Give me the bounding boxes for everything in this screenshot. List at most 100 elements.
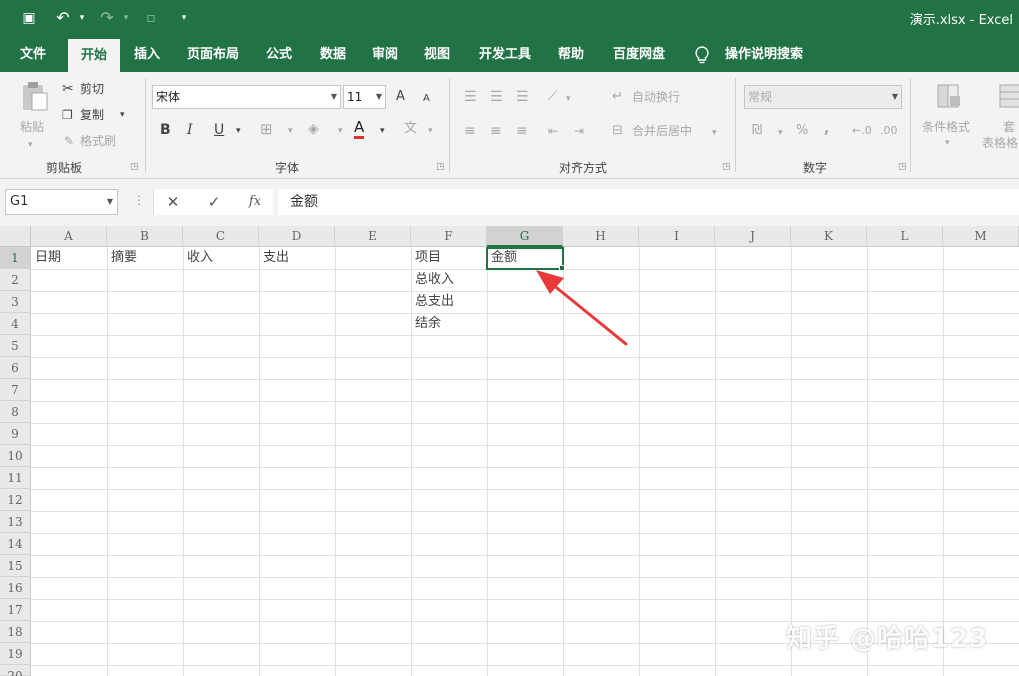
cancel-icon[interactable]: ✕ [158, 189, 188, 215]
column-header-m[interactable]: M [943, 226, 1019, 247]
tab-home[interactable]: 开始 [68, 39, 120, 72]
alignment-launcher-icon[interactable]: ◳ [722, 162, 731, 172]
format-painter-button[interactable]: 格式刷 [80, 132, 116, 150]
column-header-i[interactable]: I [639, 226, 715, 247]
chevron-down-icon[interactable]: ▼ [107, 190, 113, 214]
copy-dropdown-icon[interactable]: ▾ [120, 106, 125, 124]
row-header[interactable]: 10 [0, 445, 31, 467]
row-header[interactable]: 2 [0, 269, 31, 291]
insert-function-button[interactable]: fx [240, 189, 270, 215]
select-all-corner[interactable] [0, 226, 31, 247]
bold-button[interactable]: B [160, 121, 171, 139]
row-header[interactable]: 8 [0, 401, 31, 423]
row-header[interactable]: 3 [0, 291, 31, 313]
enter-icon[interactable]: ✓ [199, 189, 229, 215]
phonetic-dropdown-icon[interactable]: ▾ [428, 122, 433, 140]
currency-icon[interactable]: ₪ [752, 122, 762, 140]
chevron-down-icon[interactable]: ▼ [376, 86, 382, 108]
row-header[interactable]: 16 [0, 577, 31, 599]
cell-f2[interactable]: 总收入 [411, 269, 454, 291]
phonetic-icon[interactable]: 文 [404, 120, 417, 138]
wrap-text-icon[interactable]: ↵ [612, 88, 623, 106]
paste-button[interactable]: 粘贴 [20, 118, 44, 136]
align-center-icon[interactable]: ≡ [490, 122, 502, 140]
wrap-text-button[interactable]: 自动换行 [632, 88, 680, 106]
merge-center-button[interactable]: 合并后居中 [632, 122, 692, 140]
tab-view[interactable]: 视图 [416, 37, 458, 72]
formula-input[interactable]: 金额 [278, 189, 1019, 215]
row-header[interactable]: 17 [0, 599, 31, 621]
merge-dropdown-icon[interactable]: ▾ [712, 124, 717, 142]
column-header-g[interactable]: G [487, 226, 563, 247]
undo-dropdown-icon[interactable]: ▾ [76, 8, 88, 28]
format-as-table-icon[interactable] [998, 82, 1019, 112]
merge-center-icon[interactable]: ⊟ [612, 122, 623, 140]
row-header[interactable]: 11 [0, 467, 31, 489]
align-left-icon[interactable]: ≡ [464, 122, 476, 140]
row-header[interactable]: 15 [0, 555, 31, 577]
fill-color-icon[interactable]: ◈ [308, 120, 319, 138]
column-header-c[interactable]: C [183, 226, 259, 247]
number-launcher-icon[interactable]: ◳ [898, 162, 907, 172]
qat-extra-icon[interactable]: ▫ [142, 8, 160, 28]
column-header-e[interactable]: E [335, 226, 411, 247]
font-color-dropdown-icon[interactable]: ▾ [380, 122, 385, 140]
decrease-indent-icon[interactable]: ⇤ [548, 122, 558, 140]
column-header-k[interactable]: K [791, 226, 867, 247]
row-header[interactable]: 7 [0, 379, 31, 401]
tab-file[interactable]: 文件 [6, 37, 60, 72]
redo-icon[interactable]: ↷ [96, 8, 118, 28]
name-box[interactable]: G1 ▼ [5, 189, 118, 215]
currency-dropdown-icon[interactable]: ▾ [778, 124, 783, 142]
align-bottom-icon[interactable]: ☰ [516, 88, 529, 106]
tab-baidu-netdisk[interactable]: 百度网盘 [604, 37, 674, 72]
column-header-l[interactable]: L [867, 226, 943, 247]
column-header-a[interactable]: A [31, 226, 107, 247]
paste-dropdown-icon[interactable]: ▾ [28, 136, 33, 154]
underline-button[interactable]: U [214, 121, 224, 139]
font-size-combo[interactable]: 11 ▼ [343, 85, 386, 109]
row-header[interactable]: 20 [0, 665, 31, 676]
tab-help[interactable]: 帮助 [550, 37, 592, 72]
row-header[interactable]: 12 [0, 489, 31, 511]
tab-page-layout[interactable]: 页面布局 [178, 37, 248, 72]
increase-font-button[interactable]: A [396, 88, 405, 106]
row-header[interactable]: 13 [0, 511, 31, 533]
conditional-formatting-icon[interactable] [934, 82, 964, 112]
font-name-combo[interactable]: 宋体 ▼ [152, 85, 341, 109]
border-icon[interactable]: ⊞ [260, 120, 273, 138]
orientation-dropdown-icon[interactable]: ▾ [566, 90, 571, 108]
font-color-button[interactable]: A [354, 119, 365, 139]
format-as-table-label-2[interactable]: 表格格 [982, 134, 1018, 152]
row-header[interactable]: 4 [0, 313, 31, 335]
tab-data[interactable]: 数据 [312, 37, 354, 72]
redo-dropdown-icon[interactable]: ▾ [120, 8, 132, 28]
percent-button[interactable]: % [796, 122, 808, 140]
increase-decimal-icon[interactable]: ←.0 [852, 122, 872, 140]
paste-icon[interactable] [20, 80, 50, 112]
tell-me-search[interactable]: 操作说明搜索 [718, 37, 810, 72]
column-header-j[interactable]: J [715, 226, 791, 247]
column-header-f[interactable]: F [411, 226, 487, 247]
cell-c1[interactable]: 收入 [183, 247, 213, 269]
row-header[interactable]: 14 [0, 533, 31, 555]
cut-button[interactable]: 剪切 [80, 80, 104, 98]
row-header[interactable]: 6 [0, 357, 31, 379]
column-header-h[interactable]: H [563, 226, 639, 247]
tab-developer[interactable]: 开发工具 [470, 37, 540, 72]
fill-color-dropdown-icon[interactable]: ▾ [338, 122, 343, 140]
decrease-decimal-icon[interactable]: .00 [880, 122, 898, 140]
cell-f3[interactable]: 总支出 [411, 291, 454, 313]
number-format-combo[interactable]: 常规 ▼ [744, 85, 902, 109]
undo-icon[interactable]: ↶ [52, 8, 74, 28]
tab-insert[interactable]: 插入 [126, 37, 168, 72]
tab-review[interactable]: 审阅 [364, 37, 406, 72]
save-icon[interactable]: ▣ [18, 8, 40, 28]
customize-qat-icon[interactable]: ▾ [176, 8, 192, 28]
decrease-font-button[interactable]: A [423, 90, 430, 108]
formula-bar-grip-icon[interactable]: ⋮ [133, 193, 145, 207]
row-header[interactable]: 18 [0, 621, 31, 643]
row-header[interactable]: 19 [0, 643, 31, 665]
cell-b1[interactable]: 摘要 [107, 247, 137, 269]
cell-a1[interactable]: 日期 [31, 247, 61, 269]
